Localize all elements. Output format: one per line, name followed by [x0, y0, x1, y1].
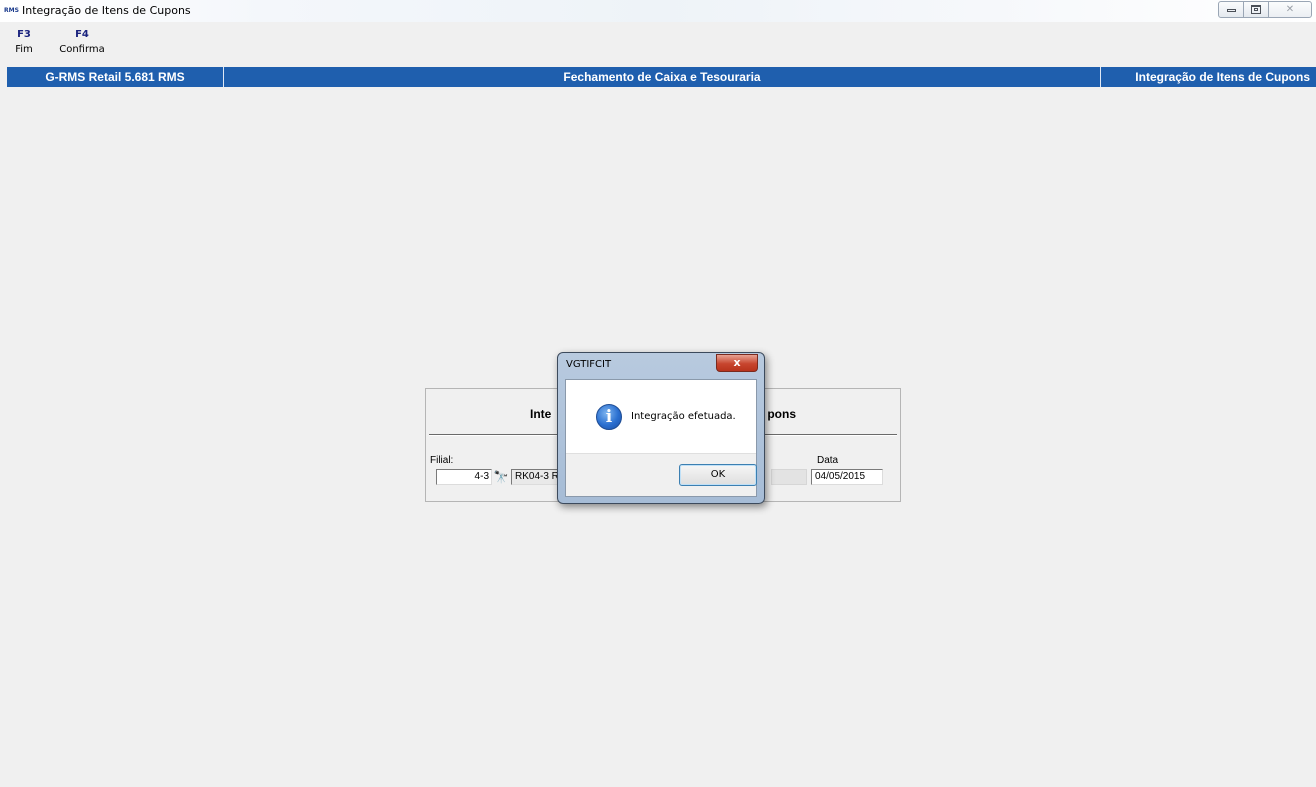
- binoculars-search-icon[interactable]: 🔭: [492, 469, 510, 485]
- fim-label: Fim: [15, 44, 33, 55]
- function-toolbar: F3 Fim F4 Confirma: [0, 22, 1316, 67]
- restore-button[interactable]: [1243, 1, 1269, 18]
- window-title-bar: RMS Integração de Itens de Cupons ✕: [0, 0, 1316, 23]
- screen-title: Integração de Itens de Cupons: [1135, 70, 1310, 84]
- system-version: G-RMS Retail 5.681 RMS: [7, 67, 224, 87]
- data-label: Data: [817, 455, 839, 466]
- module-header-bar: G-RMS Retail 5.681 RMS Fechamento de Cai…: [7, 67, 1316, 87]
- dialog-message: Integração efetuada.: [631, 411, 736, 422]
- confirma-key: F4: [75, 29, 89, 40]
- window-title: Integração de Itens de Cupons: [22, 4, 191, 17]
- close-icon: ✕: [1285, 4, 1295, 15]
- fim-key: F3: [17, 29, 31, 40]
- restore-icon: [1251, 5, 1261, 14]
- app-logo-icon: RMS: [4, 7, 19, 14]
- minimize-button[interactable]: [1218, 1, 1244, 18]
- module-title: Fechamento de Caixa e Tesouraria: [224, 67, 1101, 87]
- dialog-close-button[interactable]: x: [716, 354, 758, 372]
- information-icon: i: [596, 404, 622, 430]
- panel-title-right: pons: [767, 407, 796, 421]
- filial-code-input[interactable]: 4-3: [436, 469, 492, 485]
- close-window-button[interactable]: ✕: [1268, 1, 1312, 18]
- dialog-footer: OK: [566, 453, 757, 496]
- window-controls: ✕: [1218, 1, 1312, 19]
- minimize-icon: [1227, 9, 1236, 12]
- filial-label: Filial:: [430, 455, 454, 466]
- message-dialog: VGTIFCIT x i Integração efetuada. OK: [557, 352, 765, 504]
- fim-button[interactable]: F3 Fim: [6, 28, 42, 56]
- dialog-body: i Integração efetuada. OK: [565, 379, 757, 497]
- confirma-label: Confirma: [59, 44, 105, 55]
- dialog-title: VGTIFCIT: [566, 359, 612, 370]
- ok-button[interactable]: OK: [679, 464, 757, 486]
- panel-title-left: Inte: [529, 407, 552, 421]
- date-input[interactable]: 04/05/2015: [811, 469, 883, 485]
- disabled-field: [771, 469, 807, 485]
- confirma-button[interactable]: F4 Confirma: [56, 28, 108, 56]
